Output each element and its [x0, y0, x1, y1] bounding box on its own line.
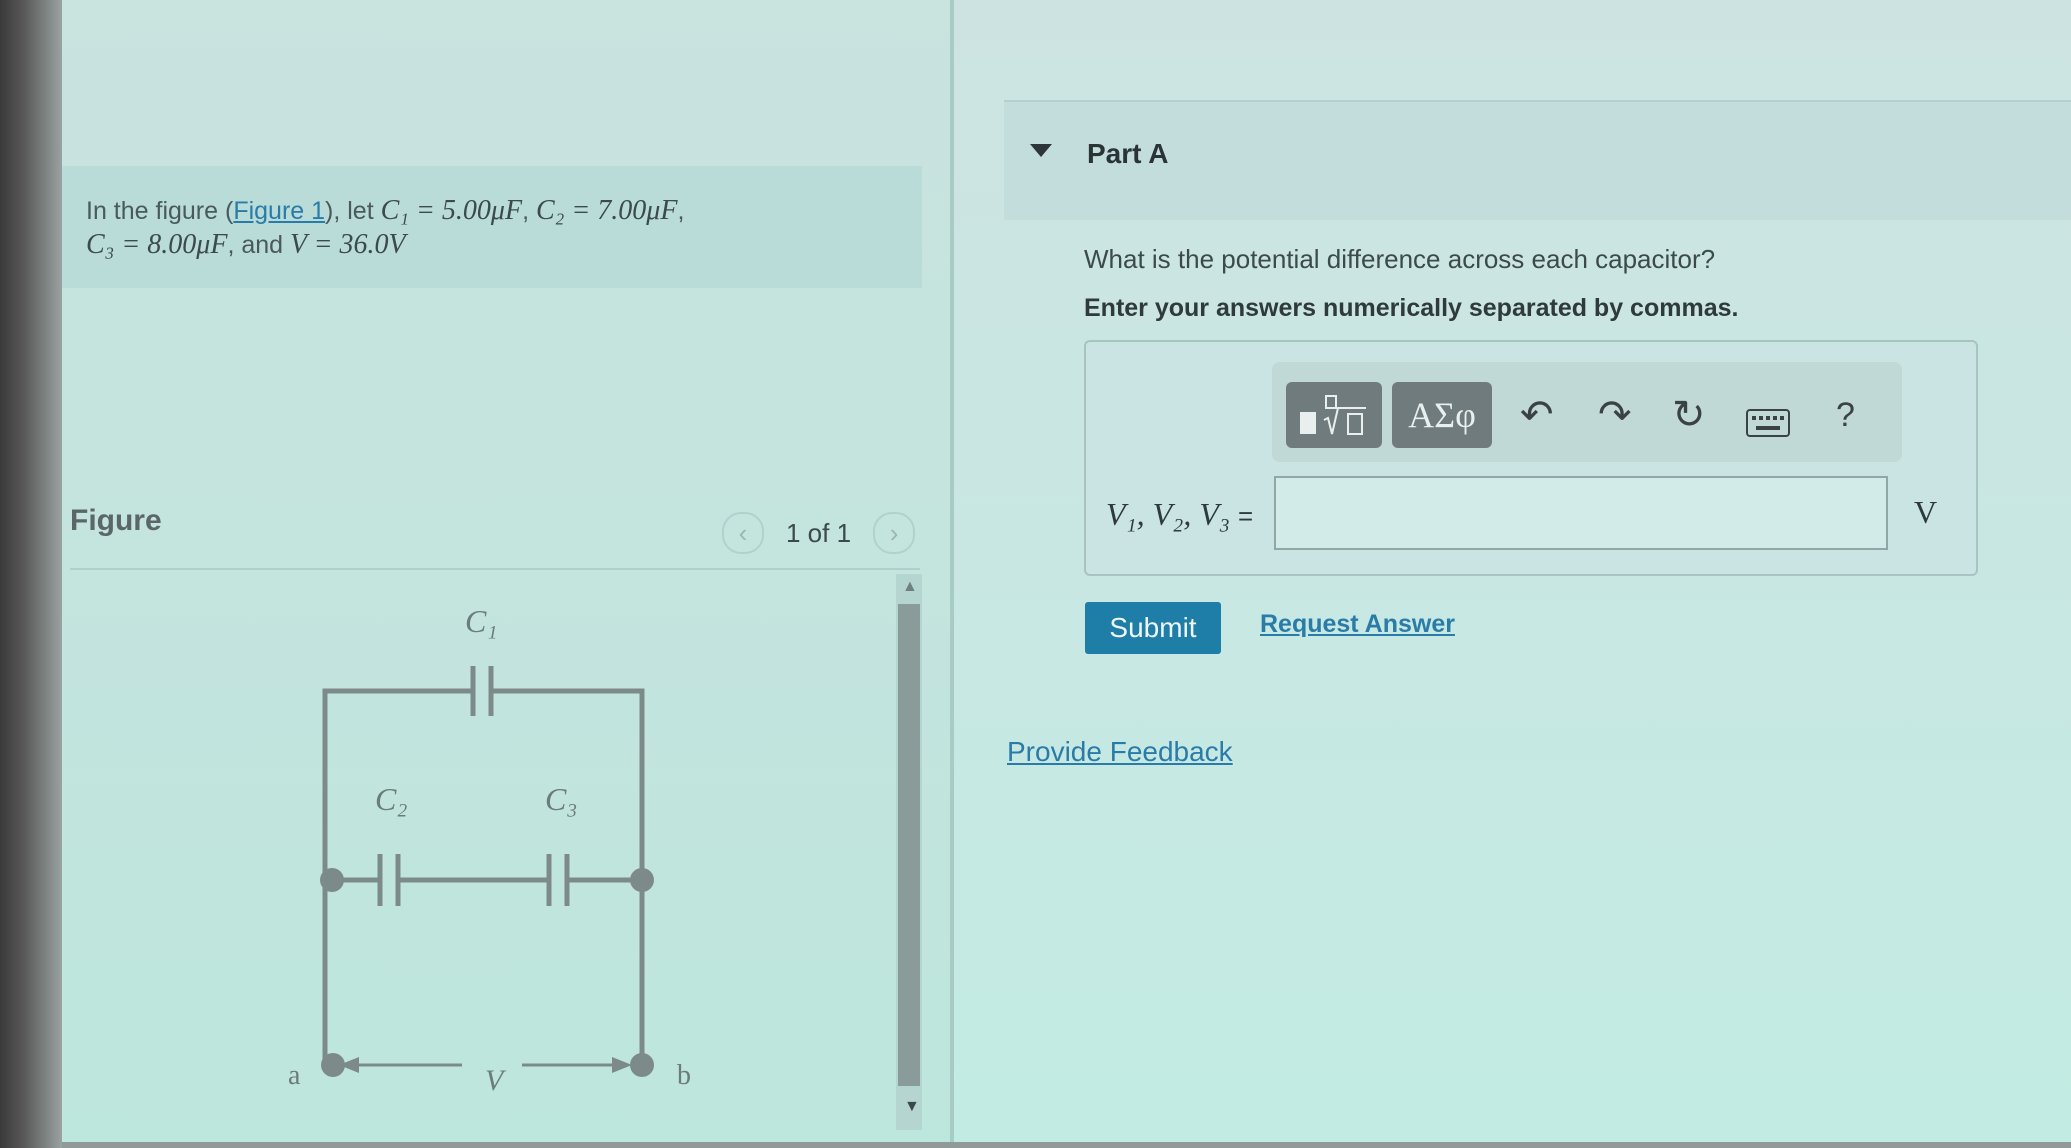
- figure-pager: ‹ 1 of 1 ›: [722, 512, 916, 554]
- and-text: , and: [227, 231, 291, 259]
- voltage-value: V = 36.0V: [290, 229, 406, 260]
- provide-feedback-link[interactable]: Provide Feedback: [1007, 736, 1233, 768]
- answer-variables-label: V₁, V₂, V₃ =: [1106, 496, 1253, 533]
- junction-left: [320, 868, 344, 892]
- keyboard-icon[interactable]: [1746, 402, 1790, 447]
- help-button[interactable]: ?: [1836, 396, 1855, 435]
- math-templates-icon[interactable]: [1286, 382, 1382, 448]
- equals-sign: =: [1238, 501, 1254, 531]
- circuit-figure: C₁ C₂ C₃ a b V: [70, 572, 890, 1132]
- problem-statement: In the figure (Figure 1), let C₁ = 5.00μ…: [86, 195, 685, 260]
- c3-value: C₃ = 8.00μF: [86, 229, 228, 260]
- submit-button[interactable]: Submit: [1085, 602, 1221, 654]
- label-b: b: [677, 1060, 691, 1091]
- label-c3: C₃: [545, 781, 577, 817]
- voltage-arrowhead-right: [612, 1057, 632, 1073]
- figure-link[interactable]: Figure 1: [233, 197, 325, 225]
- caret-down-icon[interactable]: [1030, 144, 1052, 157]
- figure-scrollbar-thumb[interactable]: [898, 604, 920, 1086]
- part-a-title[interactable]: Part A: [1087, 138, 1168, 170]
- scroll-up-icon[interactable]: ▲: [902, 578, 918, 596]
- terminal-b: [630, 1053, 654, 1077]
- problem-intro: In the figure (: [86, 197, 234, 225]
- redo-icon[interactable]: ↷: [1598, 392, 1632, 438]
- c1-value: C₁ = 5.00μF: [380, 195, 523, 226]
- figure-page-count: 1 of 1: [786, 517, 852, 548]
- undo-icon[interactable]: ↶: [1520, 392, 1554, 438]
- figure-title: Figure: [70, 504, 162, 537]
- bottom-edge: [62, 1142, 2071, 1148]
- label-c2: C₂: [375, 781, 407, 817]
- chevron-right-icon[interactable]: ›: [873, 512, 916, 554]
- problem-after-link: ), let: [325, 197, 381, 225]
- unit-label: V: [1914, 494, 1938, 530]
- screen-bezel: [0, 0, 62, 1148]
- circuit-diagram: C₁ C₂ C₃ a b V: [288, 603, 691, 1097]
- chevron-left-icon[interactable]: ‹: [722, 512, 764, 554]
- c2-value: C₂ = 7.00μF: [535, 195, 678, 226]
- variables-text: V₁, V₂, V₃: [1106, 496, 1231, 532]
- question-text: What is the potential difference across …: [1084, 244, 1716, 274]
- request-answer-link[interactable]: Request Answer: [1260, 610, 1455, 639]
- greek-symbols-button[interactable]: ΑΣφ: [1392, 382, 1492, 448]
- instruction-text: Enter your answers numerically separated…: [1084, 294, 1739, 322]
- label-v: V: [485, 1064, 507, 1097]
- label-c1: C₁: [465, 603, 497, 639]
- figure-divider: [70, 568, 920, 570]
- terminal-a: [321, 1053, 345, 1077]
- junction-right: [630, 868, 654, 892]
- reset-icon[interactable]: ↻: [1672, 392, 1706, 438]
- scroll-down-icon[interactable]: ▼: [904, 1098, 920, 1116]
- answer-input[interactable]: [1274, 476, 1888, 550]
- label-a: a: [288, 1060, 301, 1091]
